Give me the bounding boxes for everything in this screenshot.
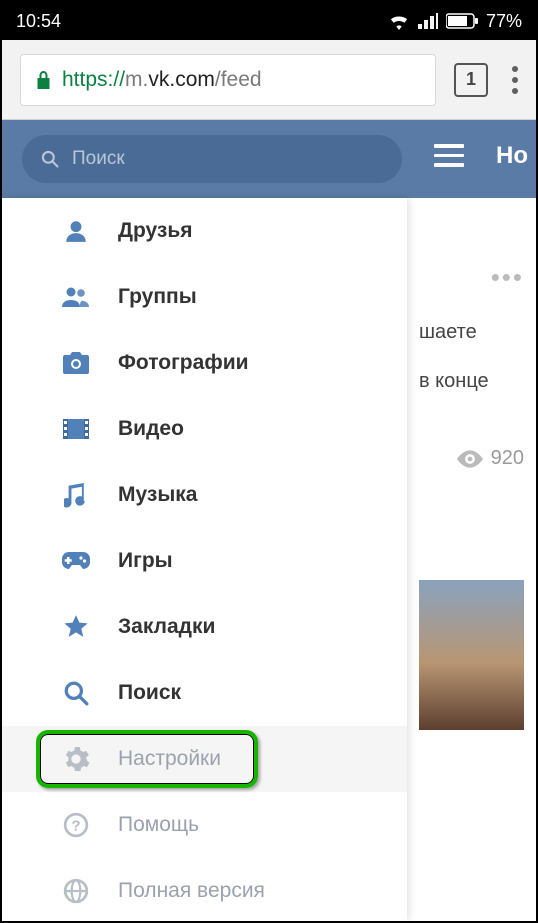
sidebar-item-label: Полная версия [118,879,265,903]
sidebar-item-photos[interactable]: Фотографии [2,330,407,396]
browser-menu-button[interactable] [506,60,524,100]
sidebar-item-label: Группы [118,285,197,309]
sidebar-item-search[interactable]: Поиск [2,660,407,726]
post-photo[interactable] [419,580,524,730]
lock-icon [35,70,52,90]
post-menu-icon[interactable]: ••• [419,262,524,293]
sidebar-item-groups[interactable]: Группы [2,264,407,330]
sidebar-item-label: Закладки [118,615,215,639]
wifi-icon [388,12,410,30]
feed-content: ••• шаете в конце 920 [407,198,536,921]
sidebar-item-settings[interactable]: Настройки [2,726,407,792]
sidebar-item-label: Поиск [118,681,181,705]
url-text: https://m.vk.com/feed [62,68,262,92]
sidebar-item-label: Видео [118,417,184,441]
eye-icon [457,450,483,468]
signal-icon [418,13,438,29]
globe-icon [60,878,92,904]
star-icon [60,614,92,640]
post-text-fragment: шаете [419,321,524,344]
camera-icon [60,351,92,375]
search-icon [40,149,60,169]
search-icon [60,680,92,706]
gamepad-icon [60,551,92,571]
sidebar-item-label: Игры [118,549,173,573]
sidebar-item-bookmarks[interactable]: Закладки [2,594,407,660]
sidebar-item-label: Фотографии [118,351,249,375]
search-input[interactable]: Поиск [22,135,402,183]
sidebar-item-label: Помощь [118,813,199,837]
url-bar[interactable]: https://m.vk.com/feed [20,54,436,106]
battery-icon [446,13,478,29]
sidebar-item-label: Друзья [118,219,193,243]
sidebar-item-friends[interactable]: Друзья [2,198,407,264]
video-icon [60,418,92,440]
sidebar-item-full-version[interactable]: Полная версия [2,858,407,921]
sidebar-item-games[interactable]: Игры [2,528,407,594]
hamburger-menu-button[interactable] [434,144,464,167]
sidebar-item-label: Музыка [118,483,197,507]
tabs-button[interactable]: 1 [454,63,488,97]
music-icon [60,482,92,508]
browser-toolbar: https://m.vk.com/feed 1 [2,40,536,120]
friends-icon [60,218,92,244]
help-icon: ? [60,812,92,838]
sidebar-item-help[interactable]: ? Помощь [2,792,407,858]
status-time: 10:54 [16,11,61,32]
page-title: Но [496,142,528,170]
sidebar-item-video[interactable]: Видео [2,396,407,462]
groups-icon [60,284,92,310]
svg-text:?: ? [71,817,80,834]
search-placeholder: Поиск [72,148,125,170]
post-text-fragment: в конце [419,370,524,393]
status-bar: 10:54 77% [2,2,536,40]
sidebar-item-music[interactable]: Музыка [2,462,407,528]
views-count: 920 [419,447,524,470]
sidebar-menu: Друзья Группы Фотографии Видео [2,198,407,921]
battery-percent: 77% [486,11,522,32]
sidebar-item-label: Настройки [118,747,221,771]
vk-header: Поиск Но [2,120,536,198]
gear-icon [60,745,92,773]
